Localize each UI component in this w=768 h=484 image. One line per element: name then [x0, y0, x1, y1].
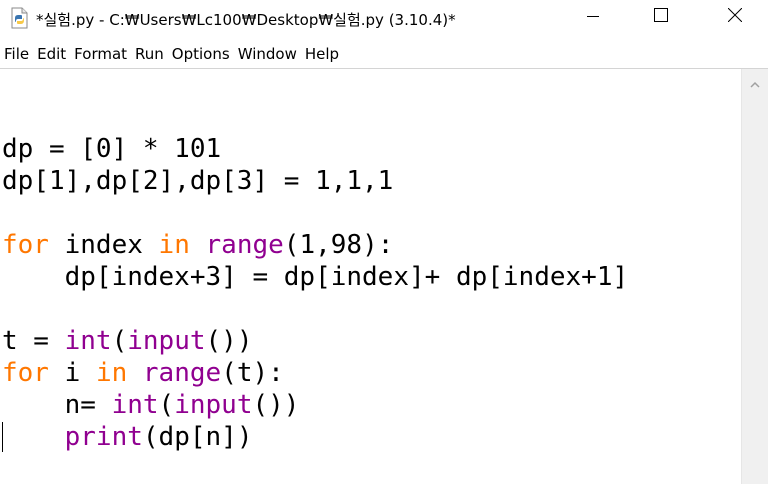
code-token: (t):: [221, 358, 284, 388]
vertical-scrollbar[interactable]: [741, 69, 768, 484]
code-token: index: [48, 230, 159, 260]
code-token: i: [48, 358, 96, 388]
code-token: (: [111, 326, 128, 356]
code-token: n=: [2, 390, 112, 420]
code-token: t =: [2, 326, 65, 356]
maximize-button[interactable]: [638, 0, 684, 32]
minimize-icon: [587, 7, 599, 26]
close-button[interactable]: [712, 0, 758, 32]
text-cursor: [2, 422, 3, 452]
builtin-token: input: [174, 390, 253, 420]
menu-options[interactable]: Options: [172, 45, 238, 63]
code-line: n= int(input()): [2, 389, 628, 421]
builtin-token: int: [64, 326, 112, 356]
title-bar[interactable]: *실험.py - C:₩Users₩Lc100₩Desktop₩실험.py (3…: [0, 0, 768, 36]
code-editor[interactable]: dp = [0] * 101 dp[1],dp[2],dp[3] = 1,1,1 …: [0, 69, 741, 484]
code-token: ()): [252, 390, 300, 420]
keyword-token: in: [95, 358, 128, 388]
keyword-token: in: [158, 230, 190, 260]
chevron-up-icon: [750, 73, 760, 92]
code-line: print(dp[n]): [2, 421, 628, 453]
code-token: (dp[n]): [142, 422, 253, 452]
keyword-token: for: [2, 230, 49, 260]
menu-file[interactable]: File: [4, 45, 37, 63]
builtin-token: range: [142, 358, 222, 388]
maximize-icon: [654, 7, 668, 26]
menu-run[interactable]: Run: [135, 45, 172, 63]
menu-bar: File Edit Format Run Options Window Help: [0, 42, 347, 66]
code-line: dp[1],dp[2],dp[3] = 1,1,1: [2, 165, 628, 197]
code-line: for i in range(t):: [2, 357, 628, 389]
code-token: (: [158, 390, 175, 420]
builtin-token: input: [127, 326, 206, 356]
window-title: *실험.py - C:₩Users₩Lc100₩Desktop₩실험.py (3…: [36, 11, 456, 29]
code-line: for index in range(1,98):: [2, 229, 628, 261]
code-line: dp[index+3] = dp[index]+ dp[index+1]: [2, 261, 629, 293]
code-line: t = int(input()): [2, 325, 628, 357]
scroll-up-button[interactable]: [742, 69, 768, 95]
idle-editor-window: *실험.py - C:₩Users₩Lc100₩Desktop₩실험.py (3…: [0, 0, 768, 484]
python-file-icon: [8, 7, 30, 29]
menu-help[interactable]: Help: [305, 45, 347, 63]
code-token: (1,98):: [283, 230, 394, 260]
builtin-token: int: [111, 390, 159, 420]
code-token: ()): [205, 326, 253, 356]
builtin-token: print: [64, 422, 143, 452]
minimize-button[interactable]: [570, 0, 616, 32]
close-icon: [727, 7, 743, 26]
builtin-token: range: [205, 230, 284, 260]
code-token: dp = [0] * 101: [2, 134, 222, 164]
code-token: dp[1],dp[2],dp[3] = 1,1,1: [2, 166, 394, 196]
code-token: dp[index+3] = dp[index]+ dp[index+1]: [2, 262, 629, 292]
code-line: dp = [0] * 101: [2, 133, 628, 165]
keyword-token: for: [2, 358, 49, 388]
menu-window[interactable]: Window: [238, 45, 305, 63]
menu-edit[interactable]: Edit: [37, 45, 74, 63]
menu-format[interactable]: Format: [74, 45, 135, 63]
code-text: dp = [0] * 101 dp[1],dp[2],dp[3] = 1,1,1 …: [2, 101, 628, 453]
